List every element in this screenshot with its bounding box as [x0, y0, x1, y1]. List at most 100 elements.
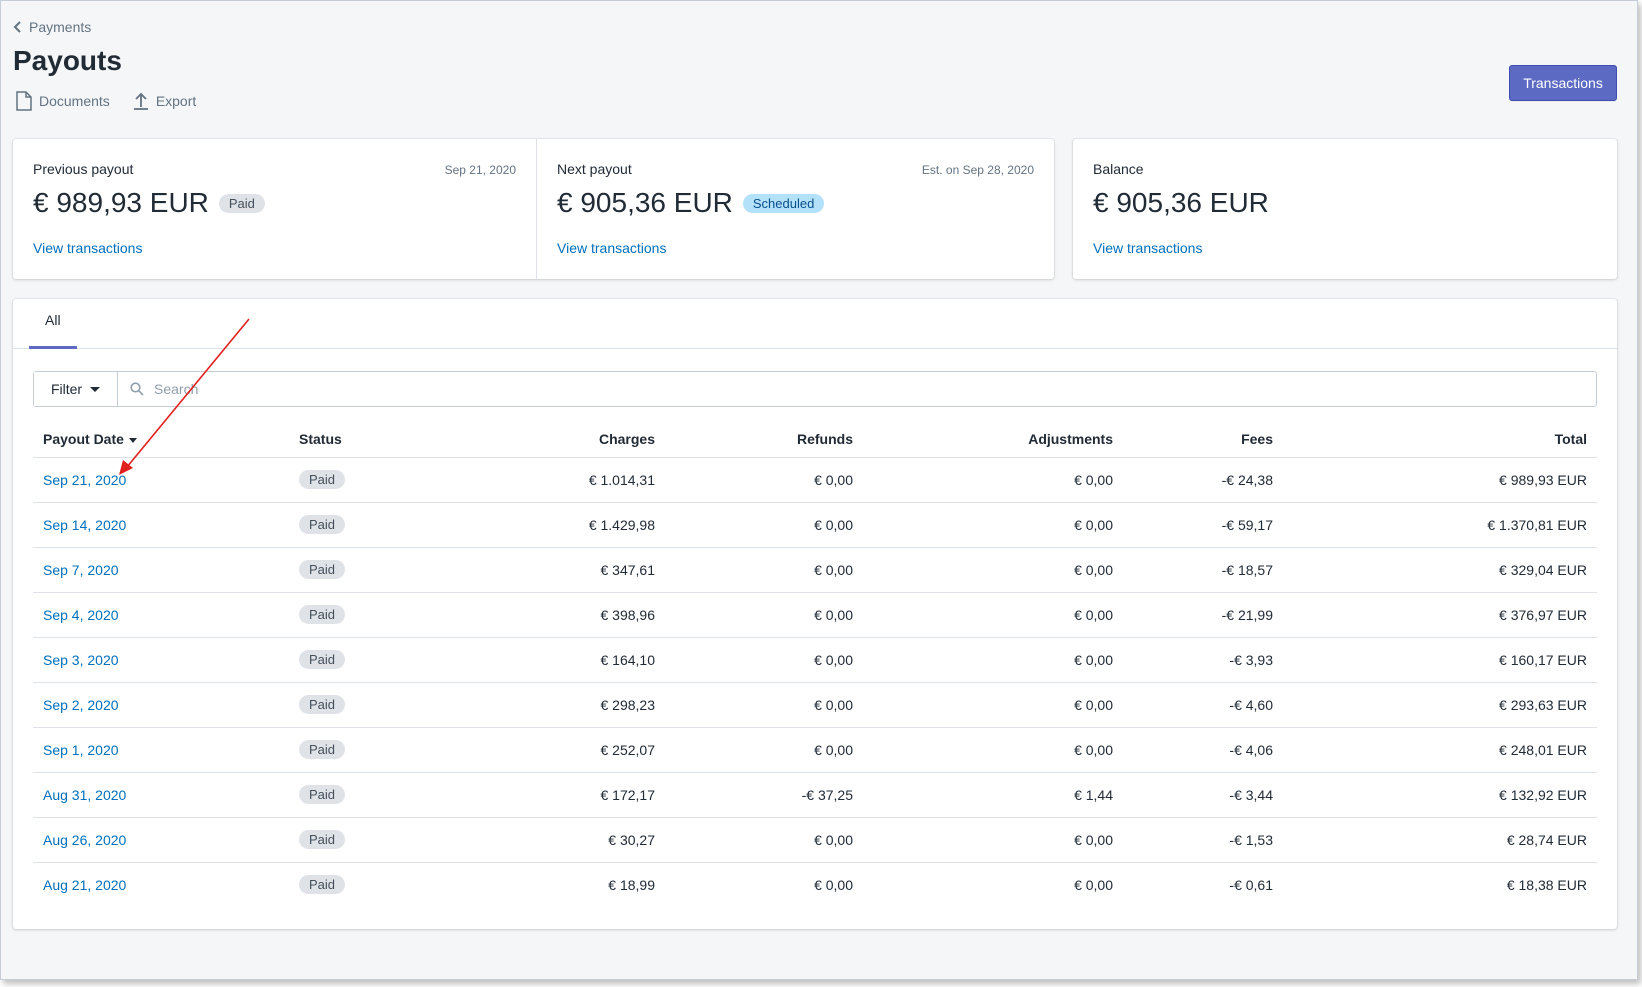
charges-cell: € 164,10	[429, 637, 665, 683]
payout-date-link[interactable]: Aug 21, 2020	[43, 877, 126, 893]
fees-cell: -€ 3,44	[1229, 786, 1273, 803]
export-action[interactable]: Export	[132, 91, 196, 111]
total-cell: € 376,97 EUR	[1283, 592, 1597, 638]
charges-cell: € 252,07	[600, 741, 656, 758]
column-header-status: Status	[289, 421, 429, 458]
document-icon	[16, 91, 32, 111]
payout-date-link[interactable]: Sep 14, 2020	[43, 517, 126, 533]
status-badge: Paid	[299, 740, 346, 759]
fees-cell: -€ 4,06	[1123, 727, 1283, 773]
fees-cell: -€ 4,06	[1229, 741, 1273, 758]
payout-date-cell: Sep 3, 2020	[33, 637, 289, 683]
refunds-cell: € 0,00	[665, 637, 863, 683]
column-header-adjustments: Adjustments	[863, 421, 1123, 458]
next-payout-amount-row: € 905,36 EUR Scheduled	[557, 187, 825, 219]
tab-bar: All	[13, 299, 1617, 349]
refunds-cell: € 0,00	[665, 592, 863, 638]
chevron-left-icon	[13, 21, 21, 33]
previous-payout-date: Sep 21, 2020	[444, 163, 516, 177]
total-cell: € 28,74 EUR	[1283, 817, 1597, 863]
refunds-cell: € 0,00	[814, 741, 853, 758]
adjustments-cell: € 0,00	[1074, 516, 1113, 533]
total-cell: € 18,38 EUR	[1283, 862, 1597, 907]
payout-date-cell: Aug 26, 2020	[33, 817, 289, 863]
table-row[interactable]: Sep 14, 2020 Paid € 1.429,98 € 0,00 € 0,00 -€…	[33, 502, 1597, 548]
refunds-cell: € 0,00	[665, 727, 863, 773]
table-row[interactable]: Aug 26, 2020 Paid € 30,27 € 0,00 € 0,00 -€ 1,…	[33, 817, 1597, 863]
status-badge: Paid	[299, 605, 346, 624]
transactions-button[interactable]: Transactions	[1509, 65, 1617, 101]
fees-cell: -€ 4,60	[1123, 682, 1283, 728]
search-icon	[130, 382, 144, 396]
refunds-cell: -€ 37,25	[665, 772, 863, 818]
charges-cell: € 30,27	[608, 831, 655, 848]
table-row[interactable]: Sep 7, 2020 Paid € 347,61 € 0,00 € 0,00 -€ 18…	[33, 547, 1597, 593]
total-cell: € 376,97 EUR	[1499, 606, 1587, 623]
status-badge: Paid	[299, 830, 346, 849]
breadcrumb-label[interactable]: Payments	[29, 19, 91, 35]
tab-all[interactable]: All	[29, 299, 77, 349]
table-body: Sep 21, 2020 Paid € 1.014,31 € 0,00 € 0,00 -€…	[33, 457, 1597, 907]
payout-date-link[interactable]: Aug 26, 2020	[43, 832, 126, 848]
refunds-cell: € 0,00	[665, 682, 863, 728]
fees-cell: -€ 18,57	[1123, 547, 1283, 593]
charges-cell: € 1.014,31	[588, 471, 655, 488]
previous-payout-amount-row: € 989,93 EUR Paid	[33, 187, 265, 219]
total-cell: € 132,92 EUR	[1499, 786, 1587, 803]
charges-cell: € 172,17	[600, 786, 656, 803]
table-row[interactable]: Aug 31, 2020 Paid € 172,17 -€ 37,25 € 1,44 -€…	[33, 772, 1597, 818]
balance-amount-row: € 905,36 EUR	[1093, 187, 1269, 219]
payout-date-link[interactable]: Sep 1, 2020	[43, 742, 119, 758]
next-view-transactions-link[interactable]: View transactions	[557, 240, 666, 256]
next-payout-date: Est. on Sep 28, 2020	[921, 163, 1034, 177]
total-cell: € 18,38 EUR	[1506, 876, 1587, 893]
table-row[interactable]: Aug 21, 2020 Paid € 18,99 € 0,00 € 0,00 -€ 0,…	[33, 862, 1597, 907]
column-header-charges: Charges	[429, 421, 665, 458]
refunds-cell: € 0,00	[814, 471, 853, 488]
column-header-date[interactable]: Payout Date	[33, 421, 289, 458]
fees-cell: -€ 3,44	[1123, 772, 1283, 818]
total-cell: € 989,93 EUR	[1499, 471, 1587, 488]
balance-view-transactions-link[interactable]: View transactions	[1093, 240, 1202, 256]
refunds-cell: € 0,00	[665, 862, 863, 907]
payout-date-link[interactable]: Aug 31, 2020	[43, 787, 126, 803]
fees-cell: -€ 24,38	[1221, 471, 1273, 488]
previous-view-transactions-link[interactable]: View transactions	[33, 240, 142, 256]
charges-cell: € 1.429,98	[588, 516, 655, 533]
filter-button[interactable]: Filter	[34, 372, 118, 406]
search-input[interactable]	[154, 374, 1596, 404]
status-cell: Paid	[289, 547, 429, 593]
table-row[interactable]: Sep 2, 2020 Paid € 298,23 € 0,00 € 0,00 -€ 4,…	[33, 682, 1597, 728]
status-badge: Paid	[299, 515, 346, 534]
adjustments-cell: € 0,00	[863, 727, 1123, 773]
total-cell: € 293,63 EUR	[1499, 696, 1587, 713]
payout-date-link[interactable]: Sep 21, 2020	[43, 472, 126, 488]
total-cell: € 329,04 EUR	[1283, 547, 1597, 593]
total-cell: € 1.370,81 EUR	[1487, 516, 1587, 533]
adjustments-cell: € 0,00	[1074, 651, 1113, 668]
search-box	[118, 372, 1596, 406]
payout-date-link[interactable]: Sep 3, 2020	[43, 652, 119, 668]
fees-cell: -€ 21,99	[1123, 592, 1283, 638]
status-cell: Paid	[289, 817, 429, 863]
charges-cell: € 18,99	[608, 876, 655, 893]
payout-date-cell: Sep 21, 2020	[33, 457, 289, 503]
adjustments-cell: € 0,00	[863, 817, 1123, 863]
payout-date-link[interactable]: Sep 2, 2020	[43, 697, 119, 713]
payout-date-link[interactable]: Sep 7, 2020	[43, 562, 119, 578]
table-row[interactable]: Sep 1, 2020 Paid € 252,07 € 0,00 € 0,00 -€ 4,…	[33, 727, 1597, 773]
payout-date-cell: Sep 1, 2020	[33, 727, 289, 773]
filter-bar: Filter	[33, 371, 1597, 407]
adjustments-cell: € 0,00	[1074, 741, 1113, 758]
previous-payout-amount: € 989,93 EUR	[33, 187, 209, 218]
charges-cell: € 30,27	[429, 817, 665, 863]
table-row[interactable]: Sep 4, 2020 Paid € 398,96 € 0,00 € 0,00 -€ 21…	[33, 592, 1597, 638]
page-actions: Documents Export	[15, 91, 196, 111]
breadcrumb[interactable]: Payments	[13, 19, 91, 35]
table-row[interactable]: Sep 3, 2020 Paid € 164,10 € 0,00 € 0,00 -€ 3,…	[33, 637, 1597, 683]
documents-action[interactable]: Documents	[15, 91, 110, 111]
payout-date-link[interactable]: Sep 4, 2020	[43, 607, 119, 623]
sort-caret-icon	[128, 437, 137, 443]
fees-cell: -€ 0,61	[1123, 862, 1283, 907]
table-row[interactable]: Sep 21, 2020 Paid € 1.014,31 € 0,00 € 0,00 -€…	[33, 457, 1597, 503]
